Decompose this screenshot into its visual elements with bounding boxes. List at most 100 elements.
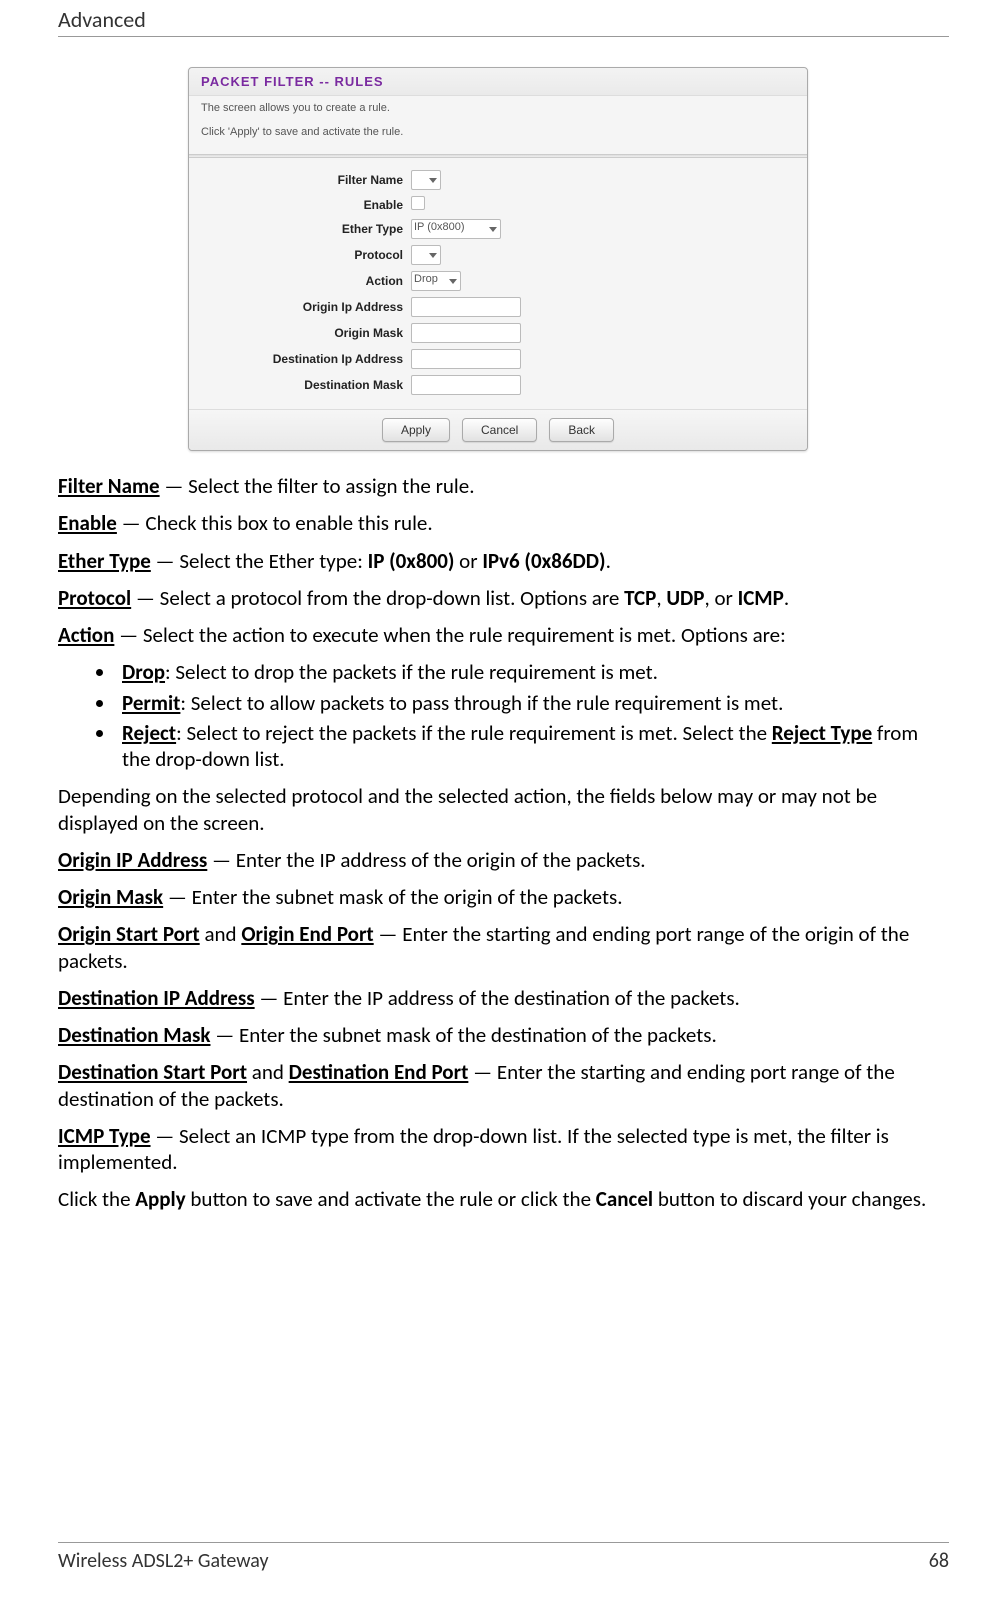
list-item-permit: Permit: Select to allow packets to pass … [116, 690, 949, 716]
term-origin-mask: Origin Mask [58, 884, 163, 910]
origin-mask-input[interactable] [411, 323, 521, 343]
label-protocol: Protocol [201, 248, 411, 262]
term-reject-type: Reject Type [772, 720, 872, 746]
text: , or [704, 585, 737, 611]
para-origin-ports: Origin Start Port and Origin End Port — … [58, 921, 949, 974]
para-ether-type: Ether Type — Select the Ether type: IP (… [58, 548, 949, 574]
cancel-button[interactable]: Cancel [462, 418, 537, 442]
footer-product: Wireless ADSL2+ Gateway [58, 1549, 269, 1573]
row-protocol: Protocol [201, 245, 795, 265]
button-row: Apply Cancel Back [189, 409, 807, 450]
para-origin-ip: Origin IP Address — Enter the IP address… [58, 847, 949, 873]
label-ether-type: Ether Type [201, 222, 411, 236]
apply-button[interactable]: Apply [382, 418, 450, 442]
page-footer: Wireless ADSL2+ Gateway 68 [58, 1542, 949, 1573]
text: — Select a protocol from the drop-down l… [131, 585, 624, 611]
term-origin-end-port: Origin End Port [241, 921, 373, 947]
term-dest-ip: Destination IP Address [58, 985, 255, 1011]
enable-checkbox[interactable] [411, 196, 425, 210]
text: — Select the filter to assign the rule. [160, 473, 475, 499]
text: , [656, 585, 666, 611]
packet-filter-panel: PACKET FILTER -- RULES The screen allows… [188, 67, 808, 451]
text: : Select to reject the packets if the ru… [176, 720, 772, 746]
text: and [247, 1059, 289, 1085]
list-item-reject: Reject: Select to reject the packets if … [116, 720, 949, 773]
para-enable: Enable — Check this box to enable this r… [58, 510, 949, 536]
document-body: Filter Name — Select the filter to assig… [58, 473, 949, 1213]
label-action: Action [201, 274, 411, 288]
text: or [454, 548, 482, 574]
option-icmp: ICMP [738, 585, 784, 611]
panel-description: The screen allows you to create a rule. … [189, 96, 807, 154]
row-action: Action Drop [201, 271, 795, 291]
label-origin-ip: Origin Ip Address [201, 300, 411, 314]
para-filter-name: Filter Name — Select the filter to assig… [58, 473, 949, 499]
text: . [606, 548, 611, 574]
ether-type-select[interactable]: IP (0x800) [411, 219, 501, 239]
para-dest-mask: Destination Mask — Enter the subnet mask… [58, 1022, 949, 1048]
footer-page-number: 68 [929, 1549, 949, 1573]
option-tcp: TCP [624, 585, 656, 611]
term-action: Action [58, 622, 114, 648]
para-action: Action — Select the action to execute wh… [58, 622, 949, 648]
page-header: Advanced [58, 0, 949, 37]
text: Click the [58, 1186, 135, 1212]
text: : Select to drop the packets if the rule… [165, 659, 658, 685]
term-dest-end-port: Destination End Port [289, 1059, 469, 1085]
term-cancel: Cancel [596, 1186, 653, 1212]
panel-title: PACKET FILTER -- RULES [189, 68, 807, 96]
origin-ip-input[interactable] [411, 297, 521, 317]
term-permit: Permit [122, 690, 180, 716]
row-dest-ip: Destination Ip Address [201, 349, 795, 369]
panel-desc-line2: Click 'Apply' to save and activate the r… [201, 126, 795, 138]
para-protocol: Protocol — Select a protocol from the dr… [58, 585, 949, 611]
text: — Select an ICMP type from the drop-down… [58, 1123, 889, 1175]
list-item-drop: Drop: Select to drop the packets if the … [116, 659, 949, 685]
para-dest-ip: Destination IP Address — Enter the IP ad… [58, 985, 949, 1011]
para-dest-ports: Destination Start Port and Destination E… [58, 1059, 949, 1112]
action-select[interactable]: Drop [411, 271, 461, 291]
form-area: Filter Name Enable Ether Type IP (0x800)… [189, 158, 807, 409]
row-filter-name: Filter Name [201, 170, 795, 190]
term-filter-name: Filter Name [58, 473, 160, 499]
label-dest-ip: Destination Ip Address [201, 352, 411, 366]
filter-name-select[interactable] [411, 170, 441, 190]
text: button to discard your changes. [653, 1186, 926, 1212]
term-ether-type: Ether Type [58, 548, 151, 574]
term-origin-ip: Origin IP Address [58, 847, 207, 873]
term-enable: Enable [58, 510, 117, 536]
option-ipv6: IPv6 (0x86DD) [482, 548, 605, 574]
label-enable: Enable [201, 198, 411, 212]
para-icmp-type: ICMP Type — Select an ICMP type from the… [58, 1123, 949, 1176]
text: — Check this box to enable this rule. [117, 510, 433, 536]
option-udp: UDP [666, 585, 704, 611]
text: — Enter the subnet mask of the destinati… [210, 1022, 716, 1048]
back-button[interactable]: Back [549, 418, 614, 442]
panel-desc-line1: The screen allows you to create a rule. [201, 102, 795, 114]
text: and [200, 921, 242, 947]
text: — Enter the IP address of the origin of … [207, 847, 645, 873]
para-depends: Depending on the selected protocol and t… [58, 783, 949, 836]
text: — Enter the subnet mask of the origin of… [163, 884, 622, 910]
term-apply: Apply [135, 1186, 185, 1212]
label-origin-mask: Origin Mask [201, 326, 411, 340]
term-dest-mask: Destination Mask [58, 1022, 210, 1048]
text: — Enter the IP address of the destinatio… [255, 985, 740, 1011]
term-protocol: Protocol [58, 585, 131, 611]
text: . [784, 585, 789, 611]
row-ether-type: Ether Type IP (0x800) [201, 219, 795, 239]
label-dest-mask: Destination Mask [201, 378, 411, 392]
term-reject: Reject [122, 720, 176, 746]
text: — Select the Ether type: [151, 548, 368, 574]
row-origin-ip: Origin Ip Address [201, 297, 795, 317]
dest-ip-input[interactable] [411, 349, 521, 369]
row-dest-mask: Destination Mask [201, 375, 795, 395]
para-apply-cancel: Click the Apply button to save and activ… [58, 1186, 949, 1212]
term-dest-start-port: Destination Start Port [58, 1059, 247, 1085]
term-drop: Drop [122, 659, 165, 685]
option-ip: IP (0x800) [368, 548, 455, 574]
protocol-select[interactable] [411, 245, 441, 265]
action-list: Drop: Select to drop the packets if the … [116, 659, 949, 772]
dest-mask-input[interactable] [411, 375, 521, 395]
text: : Select to allow packets to pass throug… [180, 690, 783, 716]
